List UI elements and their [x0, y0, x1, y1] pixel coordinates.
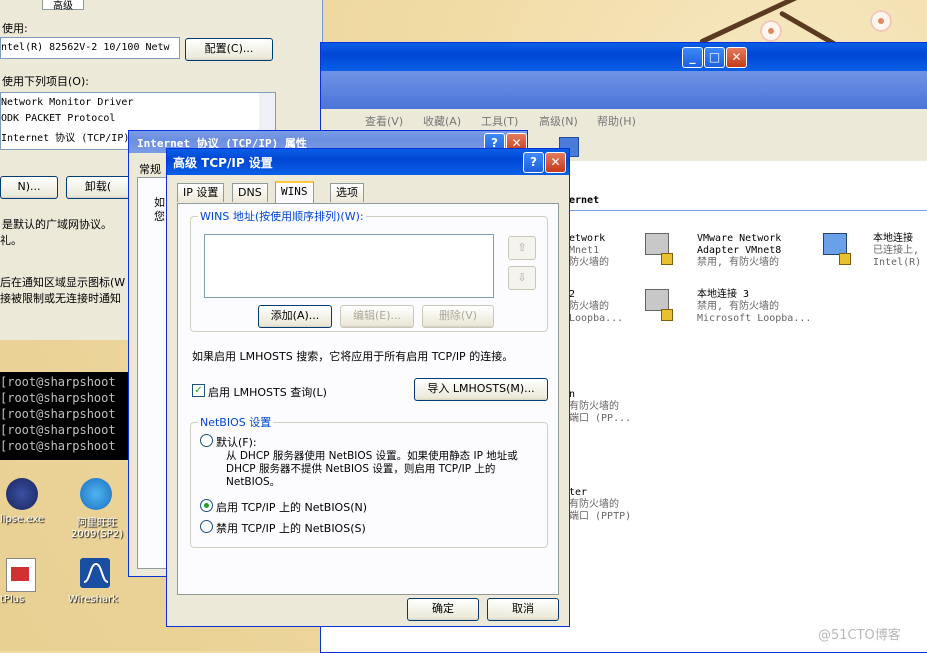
terminal-line: [root@sharpshoot: [0, 375, 116, 389]
netbios-default-label[interactable]: 默认(F):: [216, 434, 257, 450]
wins-tab-panel: WINS 地址(按使用顺序排列)(W): ⇧ ⇩ 添加(A)... 编辑(E).…: [177, 203, 559, 595]
list-item[interactable]: Network Monitor Driver: [1, 97, 133, 108]
uninstall-button[interactable]: 卸载(: [66, 176, 130, 199]
list-item[interactable]: ODK PACKET Protocol: [1, 113, 115, 124]
terminal-line: [root@sharpshoot: [0, 391, 116, 405]
connection-vmnet8[interactable]: VMware Network Adapter VMnet8 禁用, 有防火墙的: [697, 233, 827, 269]
tab-wins[interactable]: WINS: [275, 181, 314, 204]
menu-view[interactable]: 查看(V): [365, 113, 403, 129]
menu-tools[interactable]: 工具(T): [481, 113, 518, 129]
terminal-line: [root@sharpshoot: [0, 423, 116, 437]
description-text: 礼。: [0, 234, 22, 247]
ok-button[interactable]: 确定: [407, 598, 479, 621]
netbios-default-description: 从 DHCP 服务器使用 NetBIOS 设置。如果使用静态 IP 地址或 DH…: [226, 450, 518, 488]
connection-local-3[interactable]: 本地连接 3 禁用, 有防火墙的 Microsoft Loopba...: [697, 289, 811, 325]
close-button[interactable]: ✕: [545, 152, 566, 173]
lmhosts-info-text: 如果启用 LMHOSTS 搜索，它将应用于所有启用 TCP/IP 的连接。: [192, 350, 514, 363]
netbios-disable-label[interactable]: 禁用 TCP/IP 上的 NetBIOS(S): [216, 520, 366, 536]
section-header: ernet: [569, 195, 600, 206]
description-text: 是默认的广域网协议。: [2, 218, 112, 231]
maximize-button[interactable]: □: [704, 47, 725, 68]
explorer-titlebar[interactable]: _ □ ✕: [321, 43, 927, 71]
netbios-enable-radio[interactable]: [200, 499, 213, 512]
netbios-disable-radio[interactable]: [200, 520, 213, 533]
watermark: @51CTO博客: [818, 628, 901, 643]
tab-general[interactable]: 常规: [139, 161, 161, 177]
edit-button[interactable]: 编辑(E)...: [340, 305, 414, 328]
connection-local[interactable]: 本地连接 已连接上, Intel(R): [873, 233, 921, 269]
cancel-button[interactable]: 取消: [487, 598, 559, 621]
branch-decoration: [698, 0, 865, 45]
address-strip: [321, 71, 927, 109]
connection-item[interactable]: n 有防火墙的 端口 (PP...: [569, 389, 631, 425]
enable-lmhosts-label[interactable]: 启用 LMHOSTS 查询(L): [208, 384, 327, 400]
tab-options[interactable]: 选项: [330, 183, 364, 202]
info-text: 您: [154, 210, 165, 223]
items-label: 使用下列项目(O):: [2, 75, 89, 88]
menu-help[interactable]: 帮助(H): [597, 113, 636, 129]
move-up-button[interactable]: ⇧: [508, 236, 536, 260]
notify-option[interactable]: 后在通知区域显示图标(W: [0, 274, 125, 290]
desktop-icon-label: Wireshark: [68, 594, 119, 605]
advanced-titlebar[interactable]: 高级 TCP/IP 设置 ? ✕: [167, 149, 569, 175]
editplus-icon: [6, 558, 36, 592]
connect-using-label: 使用:: [2, 22, 28, 35]
menu-bar: 查看(V) 收藏(A) 工具(T) 高级(N) 帮助(H): [321, 109, 927, 132]
terminal-line: [root@sharpshoot: [0, 439, 116, 453]
desktop-icon-label: 阿里旺旺 2009(SP2): [71, 518, 123, 540]
terminal-line: [root@sharpshoot: [0, 407, 116, 421]
add-button[interactable]: 添加(A)...: [258, 305, 332, 328]
netbios-enable-label[interactable]: 启用 TCP/IP 上的 NetBIOS(N): [216, 499, 367, 515]
netbios-group-label: NetBIOS 设置: [198, 414, 274, 430]
move-down-button[interactable]: ⇩: [508, 266, 536, 290]
tab-advanced[interactable]: 高级: [42, 0, 84, 12]
advanced-tcpip-dialog: 高级 TCP/IP 设置 ? ✕ IP 设置 DNS WINS 选项 WINS …: [166, 148, 570, 627]
network-adapter-icon: [641, 285, 677, 321]
eclipse-icon: [6, 478, 38, 510]
terminal-window[interactable]: [root@sharpshoot [root@sharpshoot [root@…: [0, 372, 135, 460]
close-button[interactable]: ✕: [726, 47, 747, 68]
desktop-icon-label: lipse.exe: [0, 514, 45, 525]
section-divider: [569, 210, 927, 211]
menu-advanced[interactable]: 高级(N): [539, 113, 578, 129]
tab-strip: IP 设置 DNS WINS 选项: [177, 181, 557, 205]
adapter-name-field: ntel(R) 82562V-2 10/100 Netw: [0, 37, 180, 59]
network-adapter-icon: [819, 229, 855, 265]
help-button[interactable]: ?: [523, 152, 544, 173]
enable-lmhosts-checkbox[interactable]: ✓: [192, 384, 205, 397]
import-lmhosts-button[interactable]: 导入 LMHOSTS(M)...: [414, 378, 548, 401]
install-button[interactable]: N)...: [0, 176, 58, 199]
menu-favorites[interactable]: 收藏(A): [423, 113, 461, 129]
minimize-button[interactable]: _: [682, 47, 703, 68]
wins-group-label: WINS 地址(按使用顺序排列)(W):: [198, 208, 366, 224]
flower-decoration: [870, 10, 892, 32]
netbios-default-radio[interactable]: [200, 434, 213, 447]
limited-option[interactable]: 接被限制或无连接时通知: [0, 290, 121, 306]
tab-dns[interactable]: DNS: [232, 183, 268, 202]
connection-item[interactable]: 2 防火墙的 Loopba...: [569, 289, 623, 325]
network-adapter-icon: [641, 229, 677, 265]
connection-item[interactable]: etwork Mnet1 防火墙的: [569, 233, 609, 269]
connection-item[interactable]: ter 有防火墙的 端口 (PPTP): [569, 487, 631, 523]
wins-address-list[interactable]: [204, 234, 494, 298]
aliwangwang-icon: [80, 478, 112, 510]
tab-ip-settings[interactable]: IP 设置: [177, 183, 225, 202]
list-item[interactable]: Internet 协议 (TCP/IP): [1, 129, 130, 144]
configure-button[interactable]: 配置(C)...: [185, 38, 273, 61]
dialog-title: 高级 TCP/IP 设置: [173, 156, 273, 170]
remove-button[interactable]: 删除(V): [422, 305, 494, 328]
desktop-icon-label: tPlus: [0, 594, 25, 605]
wireshark-icon: [80, 558, 110, 588]
flower-decoration: [760, 20, 782, 42]
